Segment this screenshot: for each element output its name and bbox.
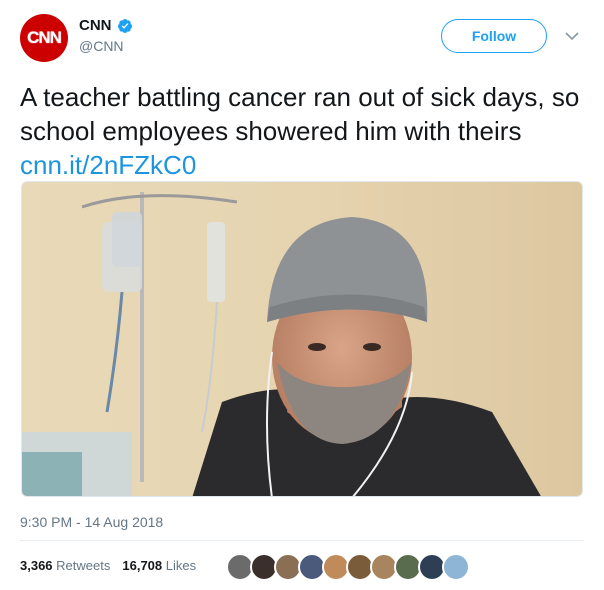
retweets-label: Retweets [56, 558, 111, 573]
user-info: CNN @CNN [79, 17, 133, 54]
cnn-logo: CNN [27, 28, 62, 47]
chevron-down-icon[interactable] [565, 31, 579, 41]
display-name[interactable]: CNN [79, 17, 112, 34]
liker-avatars [226, 553, 470, 581]
verified-badge-icon [117, 18, 132, 33]
avatar[interactable]: CNN [20, 14, 68, 62]
retweets-count: 3,366 [20, 558, 53, 573]
user-handle[interactable]: @CNN [79, 38, 133, 54]
likes-stat[interactable]: 16,708 Likes [122, 558, 196, 573]
liker-avatar[interactable] [442, 553, 470, 581]
follow-button[interactable]: Follow [441, 19, 547, 53]
tweet-photo[interactable] [21, 181, 583, 497]
likes-label: Likes [165, 558, 197, 573]
photo-image [22, 182, 582, 496]
tweet-body: A teacher battling cancer ran out of sic… [20, 82, 580, 146]
tweet-timestamp[interactable]: 9:30 PM - 14 Aug 2018 [20, 514, 163, 530]
retweets-stat[interactable]: 3,366 Retweets [20, 558, 110, 573]
tweet-text: A teacher battling cancer ran out of sic… [20, 80, 585, 182]
divider [20, 540, 584, 541]
tweet-stats: 3,366 Retweets 16,708 Likes [20, 558, 196, 573]
tweet-link[interactable]: cnn.it/2nFZkC0 [20, 150, 196, 180]
likes-count: 16,708 [122, 558, 163, 573]
